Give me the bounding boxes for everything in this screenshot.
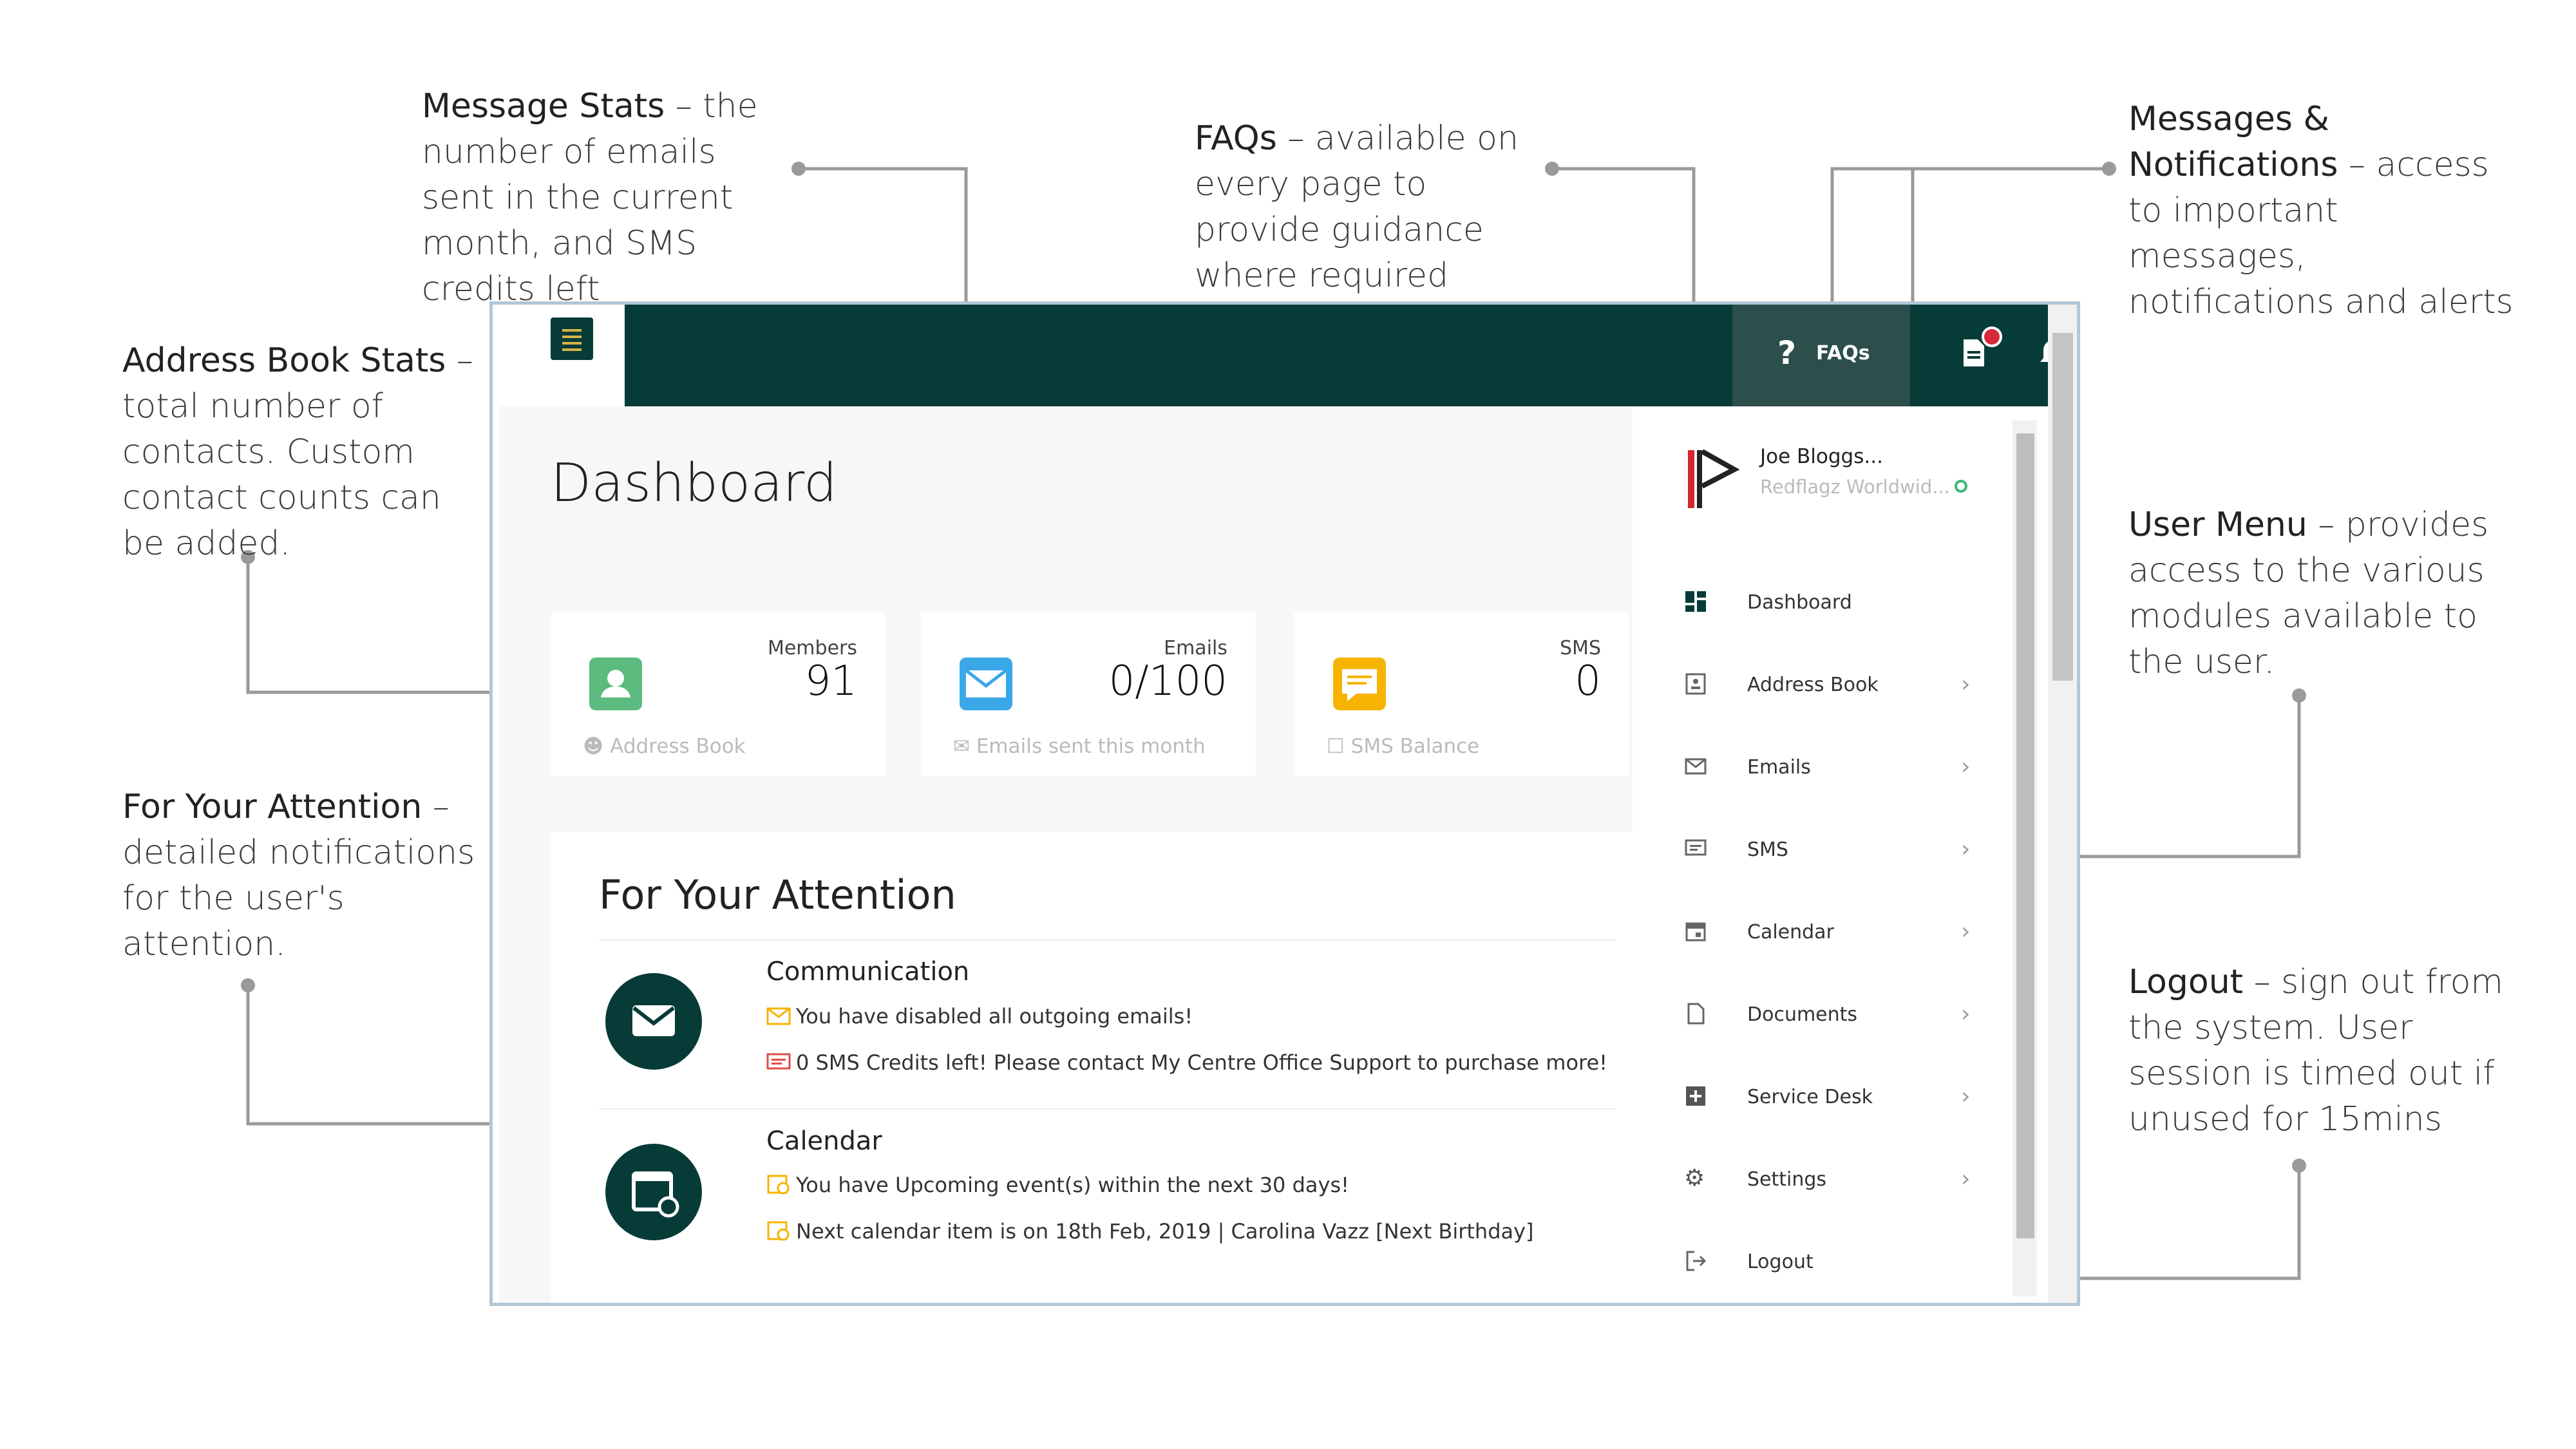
user-org: Redflagz Worldwid... — [1760, 476, 1950, 498]
online-status-indicator — [1955, 480, 1967, 493]
calendar-clock-icon — [766, 1219, 791, 1241]
calendar-icon — [605, 1144, 702, 1240]
chevron-right-icon: › — [1961, 1083, 1971, 1110]
annotation-for-your-attention: For Your Attention – detailed notificati… — [122, 788, 475, 963]
menu-toggle-icon[interactable] — [551, 317, 593, 360]
sidebar-item-logout[interactable]: Logout — [1684, 1242, 1980, 1280]
chat-icon — [1684, 837, 1707, 860]
sidebar-item-emails[interactable]: Emails › — [1684, 747, 1980, 786]
chevron-right-icon: › — [1961, 1166, 1971, 1192]
sidebar-item-label: Service Desk — [1747, 1086, 1873, 1108]
sidebar-item-label: Logout — [1747, 1251, 1814, 1273]
emails-card[interactable]: Emails 0/100 ✉ Emails sent this month — [921, 612, 1256, 777]
user-name: Joe Bloggs... — [1760, 445, 1883, 468]
card-label: Members — [767, 637, 857, 659]
file-icon — [1684, 1002, 1707, 1025]
sidebar-item-service-desk[interactable]: Service Desk › — [1684, 1077, 1980, 1115]
annotation-faqs: FAQs – available on every page to provid… — [1195, 119, 1519, 295]
gear-icon: ⚙ — [1684, 1165, 1705, 1191]
user-sidebar: Joe Bloggs... Redflagz Worldwid... Dashb… — [1633, 406, 2045, 1303]
sidebar-item-label: Address Book — [1747, 674, 1879, 696]
sidebar-item-documents[interactable]: Documents › — [1684, 994, 1980, 1033]
chat-icon — [1333, 658, 1386, 710]
notification-item: You have Upcoming event(s) within the ne… — [766, 1173, 1349, 1197]
sidebar-item-dashboard[interactable]: Dashboard — [1684, 582, 1980, 621]
sidebar-item-label: SMS — [1747, 838, 1788, 861]
annotation-address-book-stats: Address Book Stats – total number of con… — [122, 341, 473, 563]
sidebar-item-calendar[interactable]: Calendar › — [1684, 912, 1980, 951]
plus-box-icon — [1684, 1084, 1707, 1108]
faq-label: FAQs — [1816, 342, 1870, 365]
section-title-communication: Communication — [766, 957, 970, 987]
chevron-right-icon: › — [1961, 836, 1971, 862]
message-alert-icon — [766, 1053, 791, 1072]
envelope-icon — [960, 658, 1012, 710]
chevron-right-icon: › — [1961, 753, 1971, 780]
annotation-message-stats: Message Stats – the number of emails sen… — [422, 87, 758, 308]
sidebar-item-address-book[interactable]: Address Book › — [1684, 665, 1980, 703]
faq-button[interactable]: ? FAQs — [1732, 305, 1910, 406]
page-title: Dashboard — [551, 453, 837, 514]
calendar-clock-icon — [766, 1173, 791, 1195]
chevron-right-icon: › — [1961, 671, 1971, 697]
logout-icon — [1684, 1249, 1707, 1273]
question-icon: ? — [1777, 334, 1797, 372]
card-footer: ☐ SMS Balance — [1327, 735, 1480, 758]
chevron-right-icon: › — [1961, 918, 1971, 945]
contact-icon — [589, 658, 642, 710]
sidebar-item-label: Documents — [1747, 1003, 1858, 1026]
top-navbar: ? FAQs — [625, 305, 2077, 406]
envelope-icon — [605, 973, 702, 1070]
card-label: Emails — [1164, 637, 1227, 659]
sidebar-item-label: Calendar — [1747, 921, 1834, 943]
sidebar-scrollbar-thumb[interactable] — [2016, 433, 2034, 1238]
document-icon[interactable] — [1961, 327, 2002, 370]
page-scrollbar-thumb[interactable] — [2052, 333, 2073, 681]
envelope-icon — [1684, 755, 1707, 778]
app-screenshot: ? FAQs Dashboard Members 91 ☻ Address Bo… — [489, 301, 2080, 1306]
card-label: SMS — [1560, 637, 1601, 659]
card-value: 0/100 — [1108, 658, 1227, 705]
logo-area — [499, 305, 625, 406]
attention-panel: For Your Attention Communication You hav… — [551, 831, 1633, 1303]
members-card[interactable]: Members 91 ☻ Address Book — [551, 612, 886, 777]
sidebar-item-sms[interactable]: SMS › — [1684, 829, 1980, 868]
card-value: 0 — [1575, 658, 1601, 705]
notification-item: You have disabled all outgoing emails! — [766, 1004, 1193, 1028]
mail-outline-icon — [766, 1007, 791, 1026]
calendar-icon — [1684, 920, 1707, 943]
section-title-calendar: Calendar — [766, 1126, 882, 1156]
dashboard-content: Dashboard Members 91 ☻ Address Book Emai… — [499, 406, 1633, 1303]
sidebar-item-label: Settings — [1747, 1168, 1827, 1191]
annotation-messages-notifications: Messages & Notifications – access to imp… — [2128, 100, 2514, 321]
card-value: 91 — [804, 658, 857, 705]
sidebar-item-label: Emails — [1747, 756, 1811, 779]
chevron-right-icon: › — [1961, 1001, 1971, 1027]
sidebar-item-label: Dashboard — [1747, 591, 1852, 614]
grid-icon — [1684, 590, 1707, 613]
company-logo — [1684, 445, 1742, 516]
sms-card[interactable]: SMS 0 ☐ SMS Balance — [1294, 612, 1629, 777]
contact-book-icon — [1684, 672, 1707, 696]
attention-title: For Your Attention — [599, 871, 956, 918]
notification-item: 0 SMS Credits left! Please contact My Ce… — [766, 1050, 1607, 1075]
sidebar-item-settings[interactable]: ⚙ Settings › — [1684, 1159, 1980, 1198]
card-footer: ☻ Address Book — [583, 735, 746, 758]
notification-item: Next calendar item is on 18th Feb, 2019 … — [766, 1219, 1534, 1244]
annotation-logout: Logout – sign out from the system. User … — [2128, 963, 2504, 1139]
card-footer: ✉ Emails sent this month — [953, 735, 1206, 758]
annotation-user-menu: User Menu – provides access to the vario… — [2128, 506, 2489, 681]
